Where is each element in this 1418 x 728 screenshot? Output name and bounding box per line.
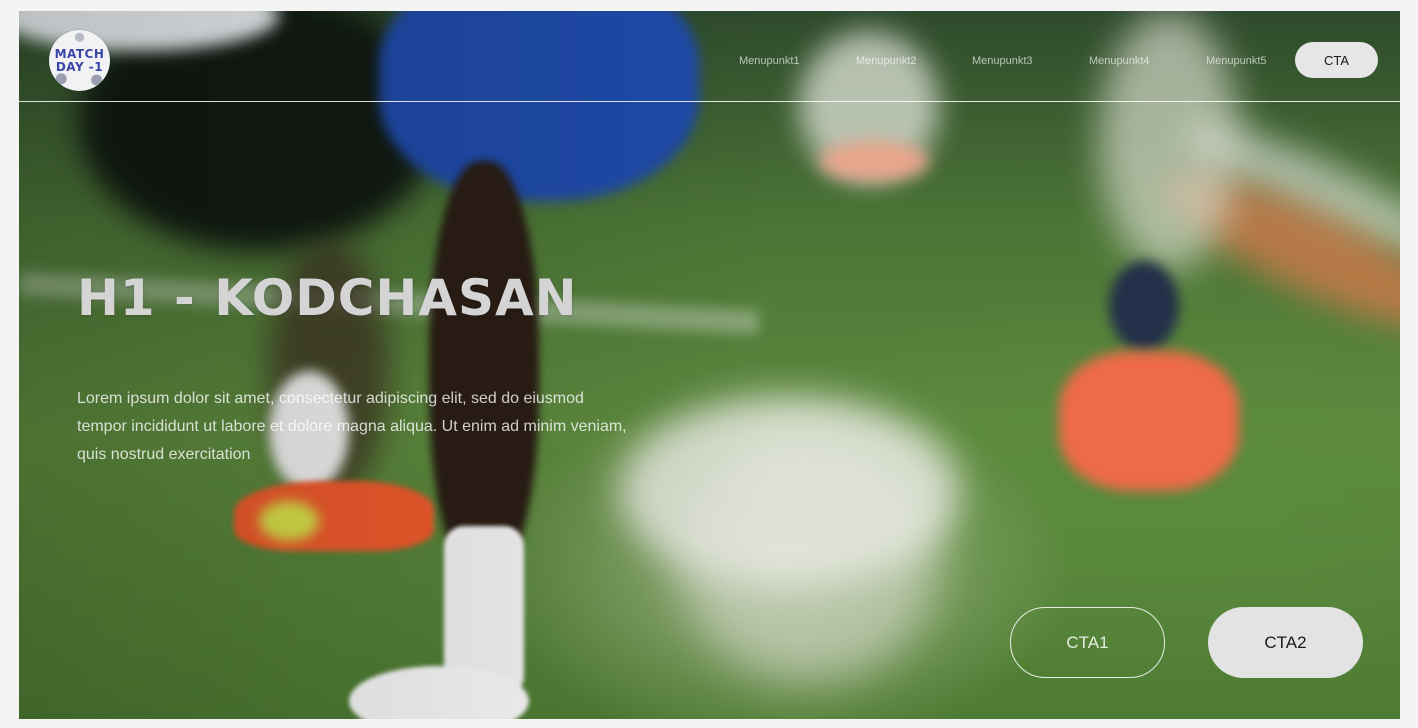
logo[interactable]: MATCH DAY -1: [49, 30, 110, 91]
logo-text-line1: MATCH: [54, 46, 105, 61]
header-cta-button[interactable]: CTA: [1295, 42, 1378, 78]
cta1-button[interactable]: CTA1: [1010, 607, 1165, 678]
background-shade: [19, 11, 1400, 719]
nav-item-menupunkt3[interactable]: Menupunkt3: [972, 55, 1033, 67]
site-header: MATCH DAY -1 Menupunkt1 Menupunkt2 Menup…: [19, 11, 1400, 102]
hero-lead-text: Lorem ipsum dolor sit amet, consectetur …: [77, 390, 627, 463]
hero-background-image: [19, 11, 1400, 719]
nav-item-menupunkt2[interactable]: Menupunkt2: [856, 55, 917, 67]
nav-item-menupunkt1[interactable]: Menupunkt1: [739, 55, 800, 67]
hero-section: MATCH DAY -1 Menupunkt1 Menupunkt2 Menup…: [19, 11, 1400, 719]
nav-item-menupunkt5[interactable]: Menupunkt5: [1206, 55, 1267, 67]
cta2-button[interactable]: CTA2: [1208, 607, 1363, 678]
nav-item-menupunkt4[interactable]: Menupunkt4: [1089, 55, 1150, 67]
hero-heading: H1 - KODCHASAN: [77, 269, 578, 327]
logo-text-line2: DAY -1: [55, 59, 104, 74]
